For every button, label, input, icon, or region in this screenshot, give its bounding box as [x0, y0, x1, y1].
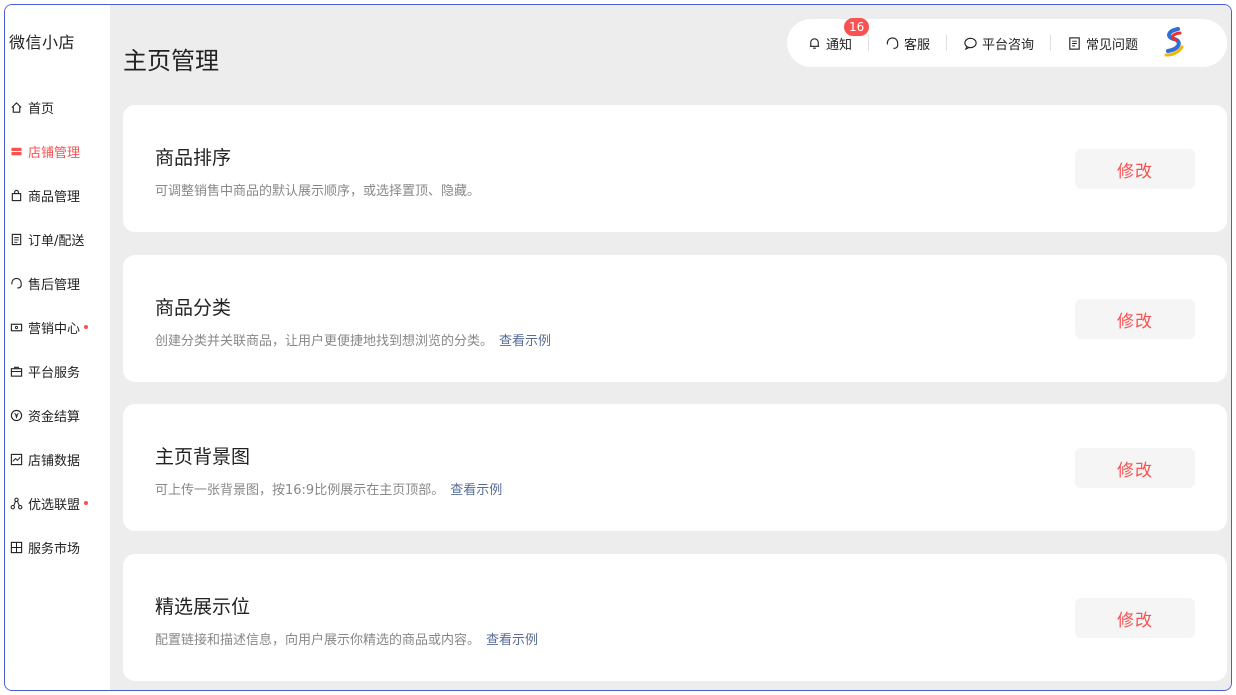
card-description-text: 配置链接和描述信息，向用户展示你精选的商品或内容。: [155, 633, 481, 648]
sidebar-item-store[interactable]: 店铺管理: [5, 129, 110, 173]
card-description: 配置链接和描述信息，向用户展示你精选的商品或内容。 查看示例: [155, 629, 538, 648]
sidebar-item-home[interactable]: 首页: [5, 85, 110, 129]
divider: [868, 35, 870, 51]
card-description: 创建分类并关联商品，让用户更便捷地找到想浏览的分类。 查看示例: [155, 330, 551, 349]
notification-button[interactable]: 通知 16: [807, 17, 870, 53]
user-avatar-logo[interactable]: [1156, 25, 1188, 61]
bell-icon: [809, 37, 820, 49]
grid-icon: [9, 540, 23, 554]
sidebar-nav: 首页 店铺管理 商品管理 订单/配送 售后管理 营销中心 平台服务 资金结算 店…: [5, 85, 110, 569]
notification-label: 通知: [826, 37, 853, 53]
sidebar-item-label: 资金结算: [28, 409, 81, 425]
notification-dot: [84, 325, 89, 329]
page-title: 主页管理: [123, 47, 219, 75]
settings-card-product-sorting: 商品排序 可调整销售中商品的默认展示顺序，或选择置顶、隐藏。 修改: [123, 105, 1227, 232]
sidebar-item-label: 订单/配送: [28, 233, 85, 249]
edit-button[interactable]: 修改: [1075, 598, 1195, 638]
card-description-text: 可调整销售中商品的默认展示顺序，或选择置顶、隐藏。: [155, 184, 481, 199]
sidebar-item-label: 商品管理: [28, 189, 81, 205]
card-title: 精选展示位: [155, 596, 251, 618]
faq-label: 常见问题: [1086, 37, 1139, 53]
customer-service-button[interactable]: 客服: [885, 34, 930, 53]
sidebar-item-marketing[interactable]: 营销中心: [5, 305, 110, 349]
store-icon: [9, 144, 23, 158]
sidebar-item-label: 优选联盟: [28, 497, 81, 513]
sidebar-item-label: 首页: [28, 101, 55, 117]
sidebar-item-alliance[interactable]: 优选联盟: [5, 481, 110, 525]
headset-icon: [9, 276, 23, 290]
sidebar-item-label: 售后管理: [28, 277, 81, 293]
ticket-icon: [9, 320, 23, 334]
sidebar-item-aftersales[interactable]: 售后管理: [5, 261, 110, 305]
app-title: 微信小店: [9, 33, 76, 52]
platform-consult-button[interactable]: 平台咨询: [963, 34, 1034, 53]
sidebar-item-label: 营销中心: [28, 321, 81, 337]
main-content: 主页管理 通知 16 客服 平台咨询 常见问题 商品排序 可调整销售中商品的默认…: [110, 5, 1231, 690]
sidebar-item-store-data[interactable]: 店铺数据: [5, 437, 110, 481]
card-description-text: 创建分类并关联商品，让用户更便捷地找到想浏览的分类。: [155, 334, 494, 349]
notification-dot: [84, 501, 89, 505]
edit-button[interactable]: 修改: [1075, 448, 1195, 488]
sidebar-item-label: 平台服务: [28, 365, 81, 381]
sidebar-item-service-market[interactable]: 服务市场: [5, 525, 110, 569]
sidebar-item-settlement[interactable]: 资金结算: [5, 393, 110, 437]
divider: [1050, 35, 1052, 51]
card-description: 可上传一张背景图，按16:9比例展示在主页顶部。 查看示例: [155, 479, 502, 498]
sidebar-item-label: 店铺管理: [28, 145, 81, 161]
view-example-link[interactable]: 查看示例: [450, 483, 502, 498]
shopping-bag-icon: [9, 188, 23, 202]
card-title: 主页背景图: [155, 446, 251, 468]
platform-consult-label: 平台咨询: [982, 37, 1035, 53]
settings-card-product-category: 商品分类 创建分类并关联商品，让用户更便捷地找到想浏览的分类。 查看示例 修改: [123, 255, 1227, 382]
card-title: 商品排序: [155, 147, 232, 169]
card-description: 可调整销售中商品的默认展示顺序，或选择置顶、隐藏。: [155, 180, 480, 199]
sidebar: 微信小店 首页 店铺管理 商品管理 订单/配送 售后管理 营销中心 平台服务 资…: [5, 5, 110, 690]
settings-card-homepage-background: 主页背景图 可上传一张背景图，按16:9比例展示在主页顶部。 查看示例 修改: [123, 404, 1227, 531]
network-icon: [9, 496, 23, 510]
view-example-link[interactable]: 查看示例: [499, 334, 551, 349]
top-toolbar: 通知 16 客服 平台咨询 常见问题: [787, 17, 1227, 67]
briefcase-icon: [9, 364, 23, 378]
edit-button[interactable]: 修改: [1075, 149, 1195, 189]
faq-button[interactable]: 常见问题: [1067, 34, 1138, 53]
sidebar-item-platform-services[interactable]: 平台服务: [5, 349, 110, 393]
sidebar-item-label: 店铺数据: [28, 453, 81, 469]
notification-count-badge: 16: [844, 17, 870, 36]
order-icon: [9, 232, 23, 246]
card-description-text: 可上传一张背景图，按16:9比例展示在主页顶部。: [155, 483, 445, 498]
view-example-link[interactable]: 查看示例: [486, 633, 538, 648]
divider: [946, 35, 948, 51]
card-title: 商品分类: [155, 297, 232, 319]
chat-bubble-icon: [964, 37, 977, 50]
home-icon: [9, 100, 23, 114]
customer-service-label: 客服: [904, 37, 931, 53]
settings-card-featured-display: 精选展示位 配置链接和描述信息，向用户展示你精选的商品或内容。 查看示例 修改: [123, 554, 1227, 681]
sidebar-item-products[interactable]: 商品管理: [5, 173, 110, 217]
edit-button[interactable]: 修改: [1075, 299, 1195, 339]
app-window: 微信小店 首页 店铺管理 商品管理 订单/配送 售后管理 营销中心 平台服务 资…: [4, 4, 1232, 691]
sidebar-item-label: 服务市场: [28, 541, 81, 557]
sidebar-item-orders[interactable]: 订单/配送: [5, 217, 110, 261]
chart-icon: [9, 452, 23, 466]
headset-icon: [886, 36, 899, 49]
yen-icon: [9, 408, 23, 422]
document-icon: [1069, 36, 1080, 50]
